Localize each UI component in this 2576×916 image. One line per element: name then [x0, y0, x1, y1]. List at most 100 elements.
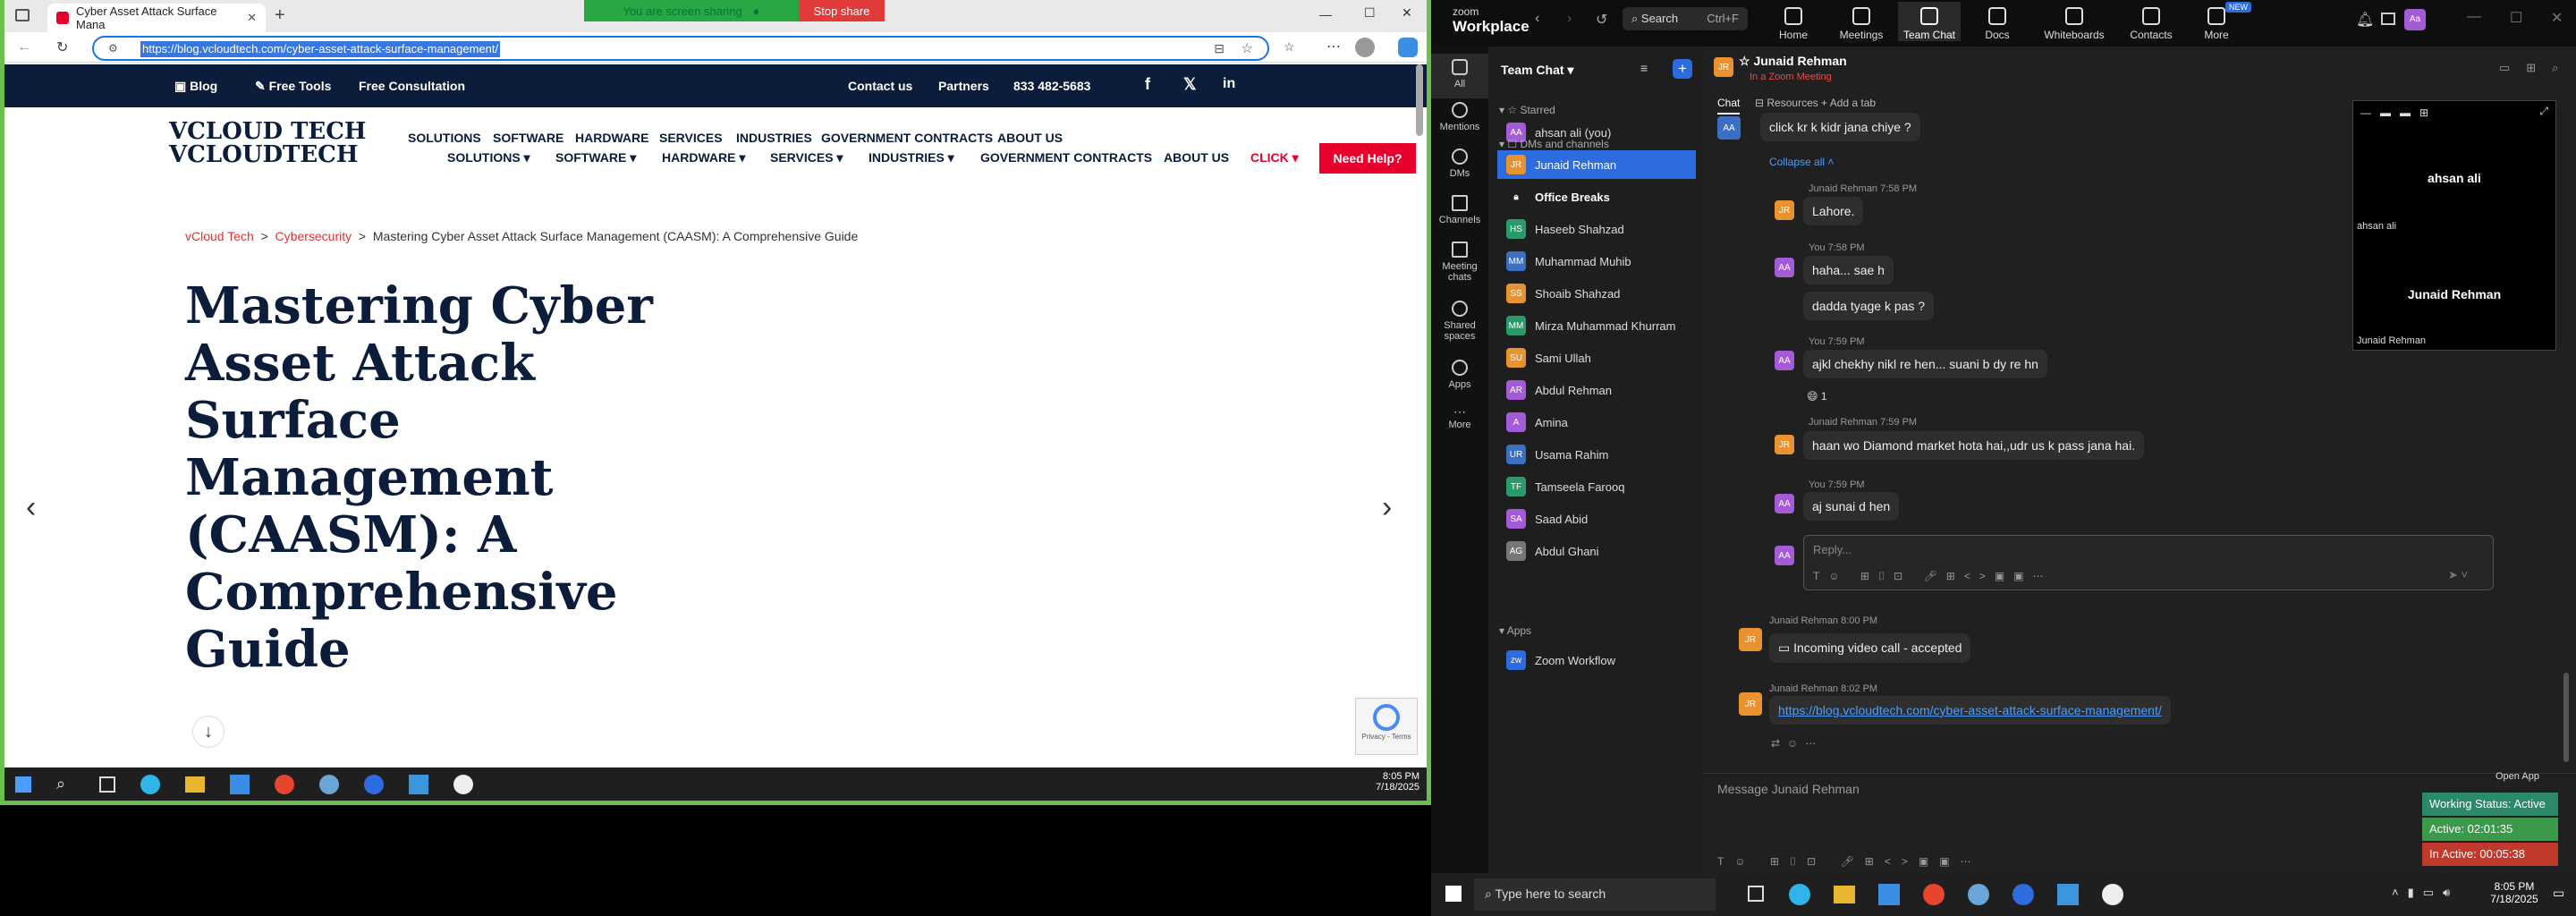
site-info-icon[interactable]: ⚙ [108, 42, 118, 55]
reply-toolbar[interactable]: T☺ ⊞⌷⊡ 🎤︎⊞<>▣▣⋯ [1813, 570, 2053, 583]
chat-title[interactable]: ☆ Junaid Rehman [1739, 54, 1847, 69]
list-item-office-breaks[interactable]: 🔒︎ Office Breaks [1497, 182, 1696, 211]
list-item-zoom-workflow[interactable]: zw Zoom Workflow [1497, 646, 1696, 674]
x-icon[interactable]: 𝕏 [1183, 75, 1197, 94]
new-tab-button[interactable]: + [275, 5, 285, 26]
minimize-icon[interactable]: — [2467, 9, 2481, 25]
menu-solutions[interactable]: SOLUTIONS ▾ [447, 150, 530, 165]
store-icon[interactable] [1878, 884, 1900, 905]
forward-icon[interactable]: › [1567, 11, 1572, 27]
minimize-icon[interactable]: — [1319, 7, 1332, 21]
message-link[interactable]: https://blog.vcloudtech.com/cyber-asset-… [1769, 696, 2171, 725]
maximize-icon[interactable]: ☐ [2510, 9, 2522, 27]
list-item[interactable]: SA Saad Abid [1497, 505, 1696, 533]
list-item[interactable]: MM Muhammad Muhib [1497, 247, 1696, 276]
maximize-icon[interactable]: ☐ [1364, 5, 1376, 21]
notification-icon[interactable]: ▭ [2553, 886, 2564, 901]
taskbar-search[interactable]: ⌕ Type here to search [1474, 878, 1716, 911]
profile-avatar[interactable]: Aa [2404, 9, 2426, 30]
tab-team-chat[interactable]: Team Chat [1898, 2, 1961, 41]
scrollbar[interactable] [2563, 673, 2569, 762]
store-icon[interactable] [230, 775, 250, 794]
close-tab-icon[interactable]: ✕ [247, 11, 257, 25]
edge-app-icon[interactable] [140, 775, 160, 794]
zoom-app-icon[interactable] [2012, 884, 2034, 905]
reader-icon[interactable]: ⊟ [1214, 41, 1224, 56]
new-chat-button[interactable]: + [1673, 59, 1692, 79]
reply-box[interactable]: Reply... T☺ ⊞⌷⊡ 🎤︎⊞<>▣▣⋯ ➤ ˅ [1803, 535, 2494, 590]
add-tab-button[interactable]: + Add a tab [1821, 97, 1876, 109]
menu-hardware[interactable]: HARDWARE ▾ [662, 150, 745, 165]
list-item[interactable]: HS Haseeb Shahzad [1497, 215, 1696, 243]
nav-free-tools[interactable]: ✎ Free Tools [255, 79, 331, 94]
linkedin-icon[interactable]: in [1223, 76, 1235, 92]
breadcrumb-home[interactable]: vCloud Tech [185, 229, 254, 243]
tab-home[interactable]: Home [1762, 7, 1825, 41]
list-item-junaid[interactable]: JR Junaid Rehman [1497, 150, 1696, 179]
menu-software[interactable]: SOFTWARE ▾ [555, 150, 636, 165]
dms-header[interactable]: ▾ ☐ DMs and channels [1499, 138, 1609, 150]
stop-share-button[interactable]: Stop share [799, 0, 885, 21]
expand-icon[interactable]: ⤢ [2539, 105, 2548, 118]
menu-top-solutions[interactable]: SOLUTIONS [408, 131, 481, 145]
tab-meetings[interactable]: Meetings [1830, 7, 1893, 41]
task-view-icon[interactable] [1748, 886, 1764, 902]
starred-header[interactable]: ▾ ☆ Starred [1499, 104, 1555, 116]
notification-bell-icon[interactable]: 🔔︎ [2356, 11, 2374, 29]
menu-government[interactable]: GOVERNMENT CONTRACTS [980, 150, 1152, 165]
bookmark-star-icon[interactable]: ☆ [1241, 40, 1253, 56]
app-icon[interactable] [319, 775, 339, 794]
reaction-badge[interactable]: 😄︎ 1 [1807, 390, 1827, 403]
nav-partners[interactable]: Partners [938, 79, 989, 93]
team-chat-title[interactable]: Team Chat ▾ [1501, 63, 1573, 78]
app-icon[interactable] [2102, 884, 2123, 905]
list-item[interactable]: AR Abdul Rehman [1497, 376, 1696, 404]
sidebar-more[interactable]: ⋯ More [1431, 404, 1488, 430]
site-logo[interactable]: VCLOUD TECH VCLOUDTECH [169, 120, 367, 166]
app-icon[interactable] [1968, 884, 1989, 905]
tab-docs[interactable]: Docs [1966, 7, 2029, 41]
browser-tab[interactable]: Cyber Asset Attack Surface Mana ✕ [47, 4, 266, 32]
scrollbar[interactable] [1416, 64, 1423, 136]
vscode-icon[interactable] [2057, 884, 2079, 905]
compose-toolbar[interactable]: T☺ ⊞⌷⊡ 🎤︎⊞<>▣▣⋯ [1717, 855, 1982, 869]
scroll-down-icon[interactable]: ↓ [192, 716, 225, 748]
sidebar-dms[interactable]: DMs [1431, 148, 1488, 179]
tab-actions-icon[interactable] [15, 9, 30, 21]
vscode-icon[interactable] [409, 775, 428, 794]
profile-avatar[interactable] [1355, 38, 1375, 57]
apps-panel-icon[interactable] [2381, 13, 2395, 25]
copilot-icon[interactable] [1398, 38, 1418, 57]
menu-industries[interactable]: INDUSTRIES ▾ [869, 150, 954, 165]
send-icon[interactable]: ➤ ˅ [2448, 568, 2468, 582]
menu-top-software[interactable]: SOFTWARE [493, 131, 564, 145]
facebook-icon[interactable]: f [1145, 75, 1150, 94]
recaptcha-badge[interactable]: Privacy - Terms [1355, 698, 1418, 755]
start-icon[interactable] [15, 776, 31, 793]
sidebar-all[interactable]: All [1431, 54, 1488, 98]
chrome-icon[interactable] [1923, 884, 1945, 905]
system-tray[interactable]: ˄▮▭🔊︎ [2392, 886, 2459, 900]
apps-header[interactable]: ▾ Apps [1499, 624, 1531, 637]
open-app-button[interactable]: Open App [2496, 771, 2539, 782]
sidebar-apps[interactable]: Apps [1431, 360, 1488, 390]
compose-input[interactable]: Message Junaid Rehman [1717, 782, 1860, 796]
collapse-all-link[interactable]: Collapse all ˄ [1769, 156, 1834, 168]
tab-contacts[interactable]: Contacts [2120, 7, 2182, 41]
taskbar-search-icon[interactable]: ⌕ [56, 775, 65, 793]
list-item[interactable]: SS Shoaib Shahzad [1497, 279, 1696, 308]
file-explorer-icon[interactable] [185, 776, 205, 793]
edge-app-icon[interactable] [1789, 884, 1810, 905]
tab-resources[interactable]: ⊟ Resources [1755, 97, 1818, 109]
file-explorer-icon[interactable] [1834, 886, 1855, 903]
close-window-icon[interactable]: ✕ [1402, 5, 1412, 21]
reply-input[interactable]: Reply... [1813, 543, 1852, 556]
nav-free-consultation[interactable]: Free Consultation [359, 79, 465, 93]
next-arrow-icon[interactable]: › [1382, 490, 1392, 525]
chrome-icon[interactable] [275, 775, 294, 794]
menu-top-about[interactable]: ABOUT US [997, 131, 1063, 145]
sidebar-channels[interactable]: Channels [1431, 195, 1488, 225]
start-icon[interactable] [1445, 886, 1462, 902]
sidebar-meeting-chats[interactable]: Meeting chats [1434, 242, 1486, 283]
menu-services[interactable]: SERVICES ▾ [770, 150, 843, 165]
